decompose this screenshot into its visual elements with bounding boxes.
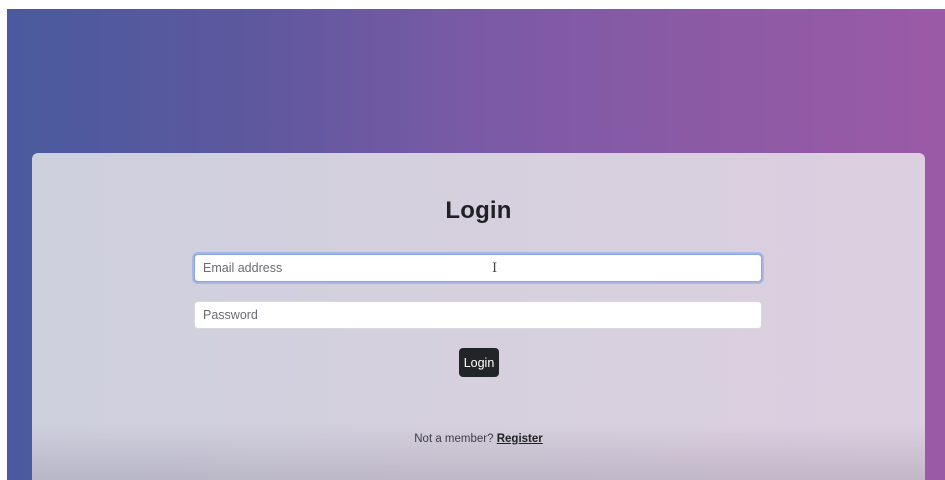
email-input[interactable] bbox=[194, 254, 762, 282]
page-background: Login I Login Not a member? Register bbox=[7, 9, 945, 480]
page-title: Login bbox=[445, 197, 512, 224]
login-button[interactable]: Login bbox=[459, 348, 499, 377]
card-bottom-shade bbox=[32, 423, 925, 480]
register-link[interactable]: Register bbox=[497, 433, 543, 445]
password-input[interactable] bbox=[194, 301, 762, 329]
register-prompt: Not a member? Register bbox=[32, 433, 925, 445]
text-cursor-icon: I bbox=[492, 261, 498, 276]
login-card: Login I Login Not a member? Register bbox=[32, 153, 925, 480]
register-prompt-text: Not a member? bbox=[414, 433, 494, 445]
